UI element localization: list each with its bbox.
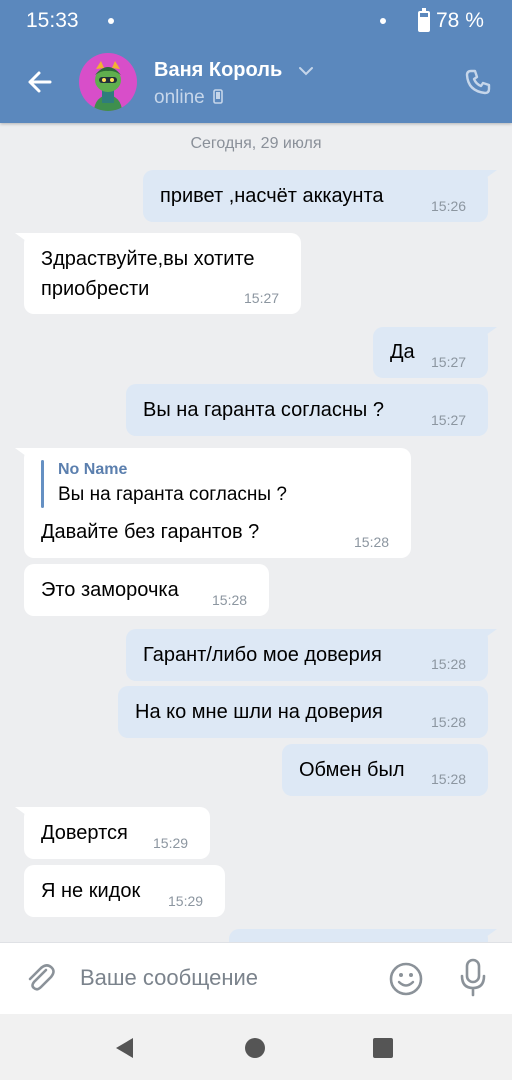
message-outgoing[interactable]: Вы на гаранта согласны ? 15:27 xyxy=(126,384,488,436)
message-time: 15:28 xyxy=(431,714,467,730)
message-text: привет ,насчёт аккаунта xyxy=(160,185,384,207)
status-time: 15:33 xyxy=(26,9,79,32)
message-time: 15:27 xyxy=(431,354,467,370)
battery-level xyxy=(420,16,428,30)
message-outgoing[interactable]: привет ,насчёт аккаунта 15:26 xyxy=(143,170,488,222)
message-outgoing[interactable]: Гарант/либо мое доверия 15:28 xyxy=(126,629,488,681)
contact-name[interactable]: Ваня Король xyxy=(154,59,282,82)
message-outgoing[interactable]: Обмен был 15:28 xyxy=(282,744,488,796)
square-recent-icon[interactable] xyxy=(373,1038,393,1058)
battery-icon xyxy=(418,8,430,32)
reply-author[interactable]: No Name xyxy=(58,461,127,479)
message-text: На ко мне шли на доверия xyxy=(135,701,383,723)
message-incoming[interactable]: Здраствуйте,вы хотите приобрести 15:27 xyxy=(24,233,301,314)
notification-dot-icon xyxy=(380,18,386,24)
arrow-left-icon xyxy=(28,71,52,93)
message-text: Да xyxy=(390,341,415,363)
message-time: 15:29 xyxy=(168,893,204,909)
message-time: 15:29 xyxy=(153,835,189,851)
message-time: 15:28 xyxy=(431,771,467,787)
contact-status: online xyxy=(154,87,223,109)
message-text: Это заморочка xyxy=(41,579,179,601)
back-button[interactable] xyxy=(20,62,60,102)
message-time: 15:28 xyxy=(431,656,467,672)
message-input[interactable] xyxy=(80,959,370,997)
message-time: 15:27 xyxy=(244,290,280,306)
notification-dot-icon xyxy=(108,18,114,24)
message-time: 15:26 xyxy=(431,198,467,214)
message-time: 15:27 xyxy=(431,412,467,428)
date-separator: Сегодня, 29 июля xyxy=(190,135,322,152)
reply-quote-text[interactable]: Вы на гаранта согласны ? xyxy=(58,484,287,506)
paperclip-icon[interactable] xyxy=(22,960,58,996)
message-composer xyxy=(0,942,512,1014)
reply-quote-bar xyxy=(41,460,44,508)
message-time: 15:28 xyxy=(354,534,390,550)
message-text-line: приобрести xyxy=(41,278,150,300)
message-text-line: Здраствуйте,вы хотите xyxy=(41,248,255,270)
microphone-icon[interactable] xyxy=(455,957,491,997)
chat-header: 15:33 78 % Ваня Король online xyxy=(0,0,512,123)
status-bar: 15:33 78 % xyxy=(0,0,512,44)
message-incoming[interactable]: No Name Вы на гаранта согласны ? Давайте… xyxy=(24,448,411,558)
message-text: Довертся xyxy=(41,822,128,844)
message-outgoing[interactable]: Да 15:27 xyxy=(373,327,488,378)
message-text: Гарант/либо мое доверия xyxy=(143,644,382,666)
message-incoming[interactable]: Довертся 15:29 xyxy=(24,807,210,859)
chevron-down-icon[interactable] xyxy=(297,64,315,78)
phone-device-icon xyxy=(213,89,223,104)
smiley-icon[interactable] xyxy=(388,961,424,997)
message-time: 15:28 xyxy=(212,592,248,608)
message-text: Давайте без гарантов ? xyxy=(41,521,260,543)
battery-percent: 78 % xyxy=(436,9,484,32)
message-text: Вы на гаранта согласны ? xyxy=(143,399,384,421)
avatar-image xyxy=(94,61,122,111)
message-text: Обмен был xyxy=(299,759,405,781)
message-text: Я не кидок xyxy=(41,880,141,902)
circle-home-icon[interactable] xyxy=(245,1038,265,1058)
avatar[interactable] xyxy=(79,53,137,111)
message-incoming[interactable]: Это заморочка 15:28 xyxy=(24,564,269,616)
message-incoming[interactable]: Я не кидок 15:29 xyxy=(24,865,225,917)
contact-status-text: online xyxy=(154,87,205,108)
system-navbar xyxy=(0,1014,512,1080)
message-outgoing[interactable]: На ко мне шли на доверия 15:28 xyxy=(118,686,488,738)
triangle-back-icon[interactable] xyxy=(113,1036,137,1060)
phone-call-icon[interactable] xyxy=(462,66,494,98)
